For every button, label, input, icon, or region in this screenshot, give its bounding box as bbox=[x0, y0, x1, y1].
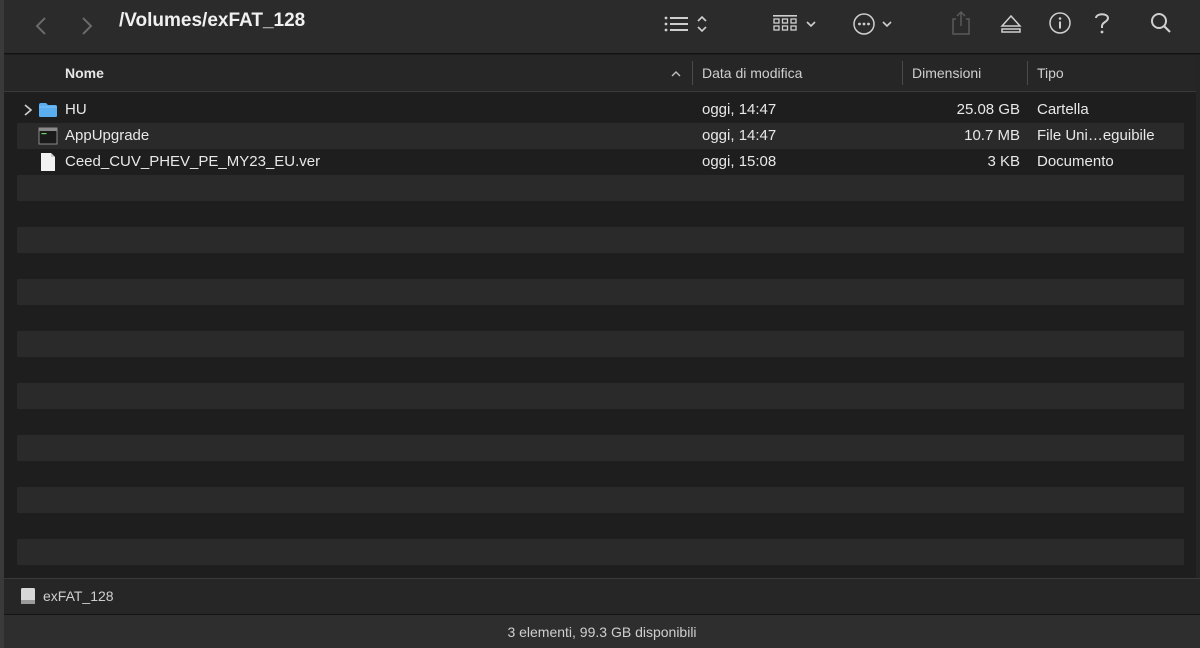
column-name-header[interactable]: Nome bbox=[65, 55, 104, 91]
eject-button[interactable] bbox=[998, 10, 1024, 38]
chevron-down-icon bbox=[806, 21, 816, 28]
file-name: HU bbox=[65, 101, 87, 118]
share-icon bbox=[952, 10, 970, 35]
grid-view-icon bbox=[773, 15, 797, 31]
help-button[interactable] bbox=[1090, 8, 1114, 38]
file-size: 25.08 GB bbox=[956, 101, 1020, 118]
window-left-edge bbox=[0, 0, 4, 648]
path-item-volume[interactable]: exFAT_128 bbox=[20, 586, 114, 606]
file-size: 10.7 MB bbox=[964, 127, 1020, 144]
chevron-down-icon bbox=[882, 21, 892, 28]
empty-row bbox=[17, 227, 1184, 253]
empty-row bbox=[17, 435, 1184, 461]
finder-window: /Volumes/exFAT_128 Nome Data di modifica… bbox=[0, 0, 1200, 648]
sort-ascending-icon[interactable] bbox=[671, 70, 681, 78]
chevron-updown-icon bbox=[697, 15, 707, 33]
file-name: Ceed_CUV_PHEV_PE_MY23_EU.ver bbox=[65, 153, 321, 170]
search-button[interactable] bbox=[1148, 9, 1174, 37]
back-button[interactable] bbox=[30, 12, 52, 40]
column-separator[interactable] bbox=[692, 61, 693, 85]
empty-row bbox=[17, 383, 1184, 409]
file-kind: Cartella bbox=[1037, 101, 1089, 118]
path-item-label: exFAT_128 bbox=[43, 588, 114, 604]
column-separator[interactable] bbox=[1027, 61, 1028, 85]
info-icon bbox=[1049, 12, 1071, 34]
executable-icon bbox=[38, 127, 58, 145]
window-title: /Volumes/exFAT_128 bbox=[119, 10, 306, 31]
help-icon bbox=[1095, 13, 1110, 34]
empty-row bbox=[17, 175, 1184, 201]
file-list[interactable]: HU oggi, 14:47 25.08 GB Cartella AppUpgr… bbox=[17, 97, 1184, 566]
path-bar: exFAT_128 bbox=[4, 578, 1200, 614]
table-row[interactable]: AppUpgrade oggi, 14:47 10.7 MB File Uni…… bbox=[17, 123, 1184, 149]
file-kind: File Uni…eguibile bbox=[1037, 127, 1155, 144]
forward-button[interactable] bbox=[76, 12, 98, 40]
drive-icon bbox=[21, 588, 35, 604]
file-name: AppUpgrade bbox=[65, 127, 150, 144]
column-header: Nome Data di modifica Dimensioni Tipo bbox=[4, 55, 1200, 92]
file-modified: oggi, 14:47 bbox=[702, 101, 777, 118]
table-row[interactable]: Ceed_CUV_PHEV_PE_MY23_EU.ver oggi, 15:08… bbox=[17, 149, 1184, 175]
column-modified-header[interactable]: Data di modifica bbox=[702, 55, 802, 91]
scroll-gutter bbox=[1196, 55, 1200, 578]
share-button[interactable] bbox=[948, 8, 974, 38]
group-button[interactable] bbox=[768, 10, 820, 38]
search-icon bbox=[1151, 13, 1171, 33]
view-options-button[interactable] bbox=[660, 10, 712, 38]
file-size: 3 KB bbox=[987, 153, 1020, 170]
status-bar: 3 elementi, 99.3 GB disponibili bbox=[4, 614, 1200, 648]
info-button[interactable] bbox=[1047, 9, 1073, 37]
table-row[interactable]: HU oggi, 14:47 25.08 GB Cartella bbox=[17, 97, 1184, 123]
toolbar-divider bbox=[4, 53, 1200, 54]
document-icon bbox=[41, 153, 55, 171]
chevron-left-icon bbox=[35, 17, 46, 35]
empty-row bbox=[17, 487, 1184, 513]
file-kind: Documento bbox=[1037, 153, 1114, 170]
folder-icon bbox=[39, 103, 57, 117]
toolbar: /Volumes/exFAT_128 bbox=[4, 0, 1200, 54]
chevron-right-icon bbox=[82, 17, 93, 35]
empty-row bbox=[17, 279, 1184, 305]
more-icon bbox=[853, 13, 875, 35]
file-modified: oggi, 15:08 bbox=[702, 153, 777, 170]
eject-icon bbox=[1000, 14, 1022, 33]
empty-row bbox=[17, 331, 1184, 357]
file-modified: oggi, 14:47 bbox=[702, 127, 777, 144]
list-view-icon bbox=[664, 16, 688, 32]
disclosure-chevron-icon[interactable] bbox=[23, 104, 33, 116]
column-separator[interactable] bbox=[902, 61, 903, 85]
action-button[interactable] bbox=[846, 9, 898, 39]
column-size-header[interactable]: Dimensioni bbox=[912, 55, 981, 91]
empty-row bbox=[17, 539, 1184, 565]
column-kind-header[interactable]: Tipo bbox=[1037, 55, 1064, 91]
